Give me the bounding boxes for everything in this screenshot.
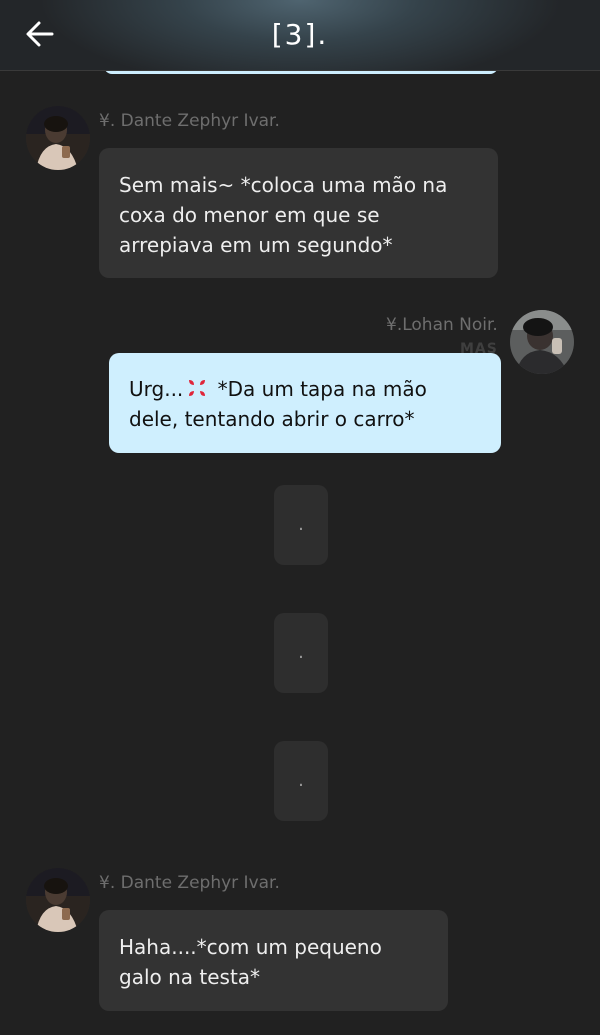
dante-avatar[interactable] [26,868,90,932]
watermark: MAS [460,341,498,357]
sender-name: ¥. Dante Zephyr Ivar. [99,111,280,131]
chat-header: [3]. [0,0,600,71]
lohan-avatar[interactable] [510,310,574,374]
sender-name: ¥.Lohan Noir. [386,315,498,335]
message-text: Sem mais~ *coloca uma mão na coxa do men… [119,173,448,257]
dante-avatar[interactable] [26,106,90,170]
message-bubble[interactable]: Urg... *Da um tapa na mão dele, tentando… [109,353,501,453]
anger-symbol-icon [186,377,209,399]
message-text: Haha....*com um pequeno galo na testa* [119,935,382,989]
dot-message-bubble[interactable]: . [274,741,328,821]
dot-message-bubble[interactable]: . [274,613,328,693]
message-bubble[interactable]: Sem mais~ *coloca uma mão na coxa do men… [99,148,498,278]
message-bubble[interactable]: Haha....*com um pequeno galo na testa* [99,910,448,1011]
dot-message-bubble[interactable]: . [274,485,328,565]
chat-screen: [3]. ¥. Dante Zephyr Ivar. Sem mais~ *co… [0,0,600,1035]
chat-title: [3]. [271,18,329,51]
message-text: Urg... [129,377,184,401]
sender-name: ¥. Dante Zephyr Ivar. [99,873,280,893]
